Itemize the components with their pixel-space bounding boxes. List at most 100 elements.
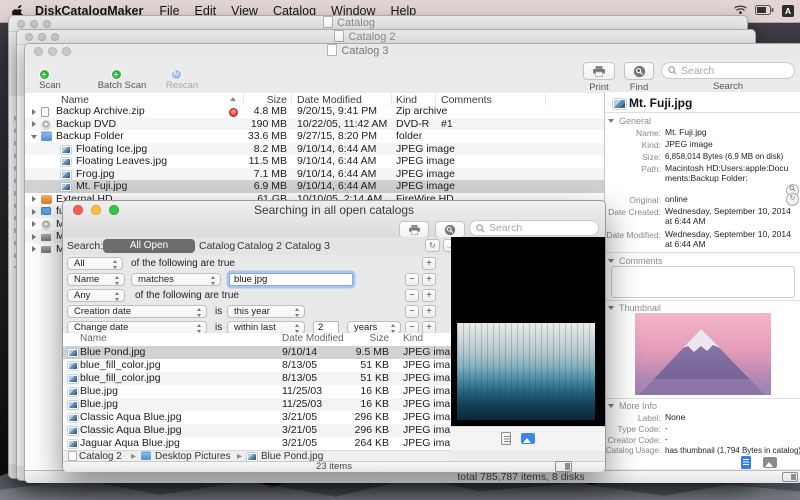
add-criteria-button[interactable]: + (422, 273, 436, 286)
add-criteria-button[interactable]: + (422, 305, 436, 318)
batch-scan-button[interactable]: + Batch Scan (97, 62, 147, 91)
operator-popup[interactable]: this year (227, 305, 305, 318)
table-row-selected[interactable]: Mt. Fuji.jpg 6.9 MB 9/10/14, 6:44 AM JPEG… (25, 180, 606, 193)
find-button[interactable] (435, 221, 465, 238)
table-row[interactable]: Backup DVD 190 MB 10/22/05, 11:42 AM DVD-… (25, 117, 606, 130)
minimize-icon[interactable] (38, 33, 46, 41)
table-row[interactable]: Frog.jpg 7.1 MB 9/10/14, 6:44 AM JPEG ima… (25, 167, 606, 180)
expand-arrow-icon[interactable] (32, 196, 36, 202)
attribute-popup[interactable]: Name (67, 273, 125, 286)
zoom-icon[interactable] (62, 47, 71, 56)
image-view-icon[interactable] (521, 433, 535, 444)
minimize-icon[interactable] (30, 19, 38, 28)
result-row-selected[interactable]: Blue Pond.jpg 9/10/149.5 MBJPEG image (63, 346, 451, 359)
close-icon[interactable] (34, 47, 43, 56)
scope-all-open-catalogs[interactable]: All Open Catalogs (103, 239, 195, 265)
size-cell: 33.6 MB (247, 130, 287, 142)
expand-arrow-icon[interactable] (32, 233, 36, 240)
section-comments[interactable]: Comments (608, 256, 663, 266)
table-row[interactable]: Floating Ice.jpg 8.2 MB 9/10/14, 6:44 AM … (25, 142, 606, 155)
section-thumbnail[interactable]: Thumbnail (608, 303, 661, 313)
text-view-icon[interactable] (741, 456, 751, 469)
window-catalog-3-titlebar[interactable] (25, 44, 800, 60)
section-general[interactable]: General (608, 116, 651, 126)
conjunction-popup[interactable]: All (67, 257, 123, 270)
expand-arrow-icon[interactable] (32, 246, 36, 252)
operator-popup[interactable]: matches (131, 273, 221, 286)
remove-criteria-button[interactable]: − (405, 273, 419, 286)
result-row[interactable]: blue_fill_color.jpg 8/13/05 51 KB JPEG ima… (63, 359, 451, 372)
minimize-icon[interactable] (48, 47, 57, 56)
conjunction-popup[interactable]: Any (67, 289, 125, 302)
table-row[interactable]: Floating Leaves.jpg 11.5 MB 9/10/14, 6:44… (25, 155, 606, 168)
expand-arrow-icon[interactable] (32, 108, 36, 115)
kind-cell: JPEG image (403, 437, 450, 449)
close-icon[interactable] (25, 33, 33, 41)
image-view-icon[interactable] (763, 457, 777, 468)
search-criteria-area: All of the following are true + Name mat… (63, 255, 451, 334)
inspector-size-value: 6,858,014 Bytes (6.9 MB on disk) (665, 152, 784, 161)
add-criteria-button[interactable]: + (422, 289, 436, 302)
collapse-arrow-icon[interactable] (31, 134, 37, 139)
column-kind[interactable]: Kind (403, 333, 423, 344)
inspector-created-value: Wednesday, September 10, 2014 at 6:44 AM (665, 206, 791, 226)
scope-tab-catalog-2[interactable]: Catalog 2 (237, 240, 282, 252)
size-cell: 190 MB (250, 117, 287, 130)
name-cell: Blue.jpg (80, 385, 118, 397)
kind-cell: JPEG image (403, 372, 450, 384)
refresh-button[interactable]: ↻ (425, 239, 440, 252)
text-view-icon[interactable] (501, 432, 511, 445)
result-row[interactable]: Classic Aqua Blue.jpg 3/21/05 296 KB JPEG … (63, 424, 451, 437)
search-input[interactable]: Search (661, 62, 795, 79)
criteria-row: Any of the following are true − + (63, 289, 451, 302)
sidebar-toggle-icon[interactable] (782, 472, 798, 482)
zoom-icon[interactable] (51, 33, 59, 41)
search-input[interactable]: Search (469, 220, 599, 236)
refresh-original-icon[interactable]: ↻ (786, 193, 799, 206)
criteria-value-input[interactable]: blue jpg (229, 273, 353, 286)
scan-button[interactable]: + Scan (33, 62, 67, 91)
column-name[interactable]: Name (80, 333, 107, 344)
column-size[interactable]: Size (293, 333, 389, 344)
attribute-popup[interactable]: Creation date (67, 305, 207, 318)
comments-textbox[interactable] (611, 266, 795, 298)
kind-cell: folder (396, 130, 423, 142)
scope-tab-catalog[interactable]: Catalog (199, 240, 235, 252)
result-row[interactable]: Classic Aqua Blue.jpg 3/21/05 296 KB JPEG … (63, 411, 451, 424)
battery-icon[interactable] (755, 4, 774, 18)
inspector-modified-value: Wednesday, September 10, 2014 at 6:44 AM (665, 229, 791, 249)
size-cell: 9.5 MB (355, 346, 389, 358)
add-criteria-button[interactable]: + (422, 257, 436, 270)
find-button[interactable] (624, 62, 654, 80)
result-row[interactable]: blue_fill_color.jpg 8/13/05 51 KB JPEG ima… (63, 372, 451, 385)
result-row[interactable]: Blue.jpg 11/25/0316 KBJPEG image (63, 385, 451, 398)
section-more-info[interactable]: More Info (608, 401, 657, 411)
expand-arrow-icon[interactable] (32, 208, 36, 215)
result-row[interactable]: Jaguar Aqua Blue.jpg 3/21/05 264 KB JPEG i… (63, 437, 451, 450)
name-cell: Jaguar Aqua Blue.jpg (80, 437, 180, 449)
input-source-icon[interactable]: A (782, 5, 794, 17)
name-cell: Backup Archive.zip (56, 105, 145, 117)
table-row[interactable]: Backup Archive.zip 4.8 MB 9/20/15, 9:41 P… (25, 105, 606, 118)
print-button[interactable] (583, 62, 615, 80)
popup-arrows-icon (196, 324, 203, 333)
preview-toggle-icon[interactable] (555, 461, 572, 472)
table-row[interactable]: Backup Folder 33.6 MB 9/27/15, 8:20 PM fo… (25, 130, 606, 143)
search-window[interactable]: Searching in all open catalogs Search Se… (62, 200, 606, 472)
jpeg-file-icon (68, 427, 78, 435)
print-button[interactable] (399, 221, 429, 238)
close-icon[interactable] (17, 19, 25, 28)
expand-arrow-icon[interactable] (32, 221, 36, 227)
remove-criteria-button[interactable]: − (405, 289, 419, 302)
scope-tab-catalog-3[interactable]: Catalog 3 (285, 240, 330, 252)
rescan-button[interactable]: ↻ Rescan (161, 62, 203, 91)
kind-cell: Zip archive (396, 105, 448, 117)
chevron-down-icon (608, 306, 614, 310)
result-row[interactable]: Blue.jpg 11/25/0316 KBJPEG image (63, 398, 451, 411)
remove-criteria-button[interactable]: − (405, 305, 419, 318)
size-cell: 7.1 MB (253, 167, 287, 180)
find-icon (444, 224, 456, 235)
expand-arrow-icon[interactable] (32, 121, 36, 127)
comments-cell: #1 (441, 117, 453, 130)
zoom-icon[interactable] (43, 19, 51, 28)
